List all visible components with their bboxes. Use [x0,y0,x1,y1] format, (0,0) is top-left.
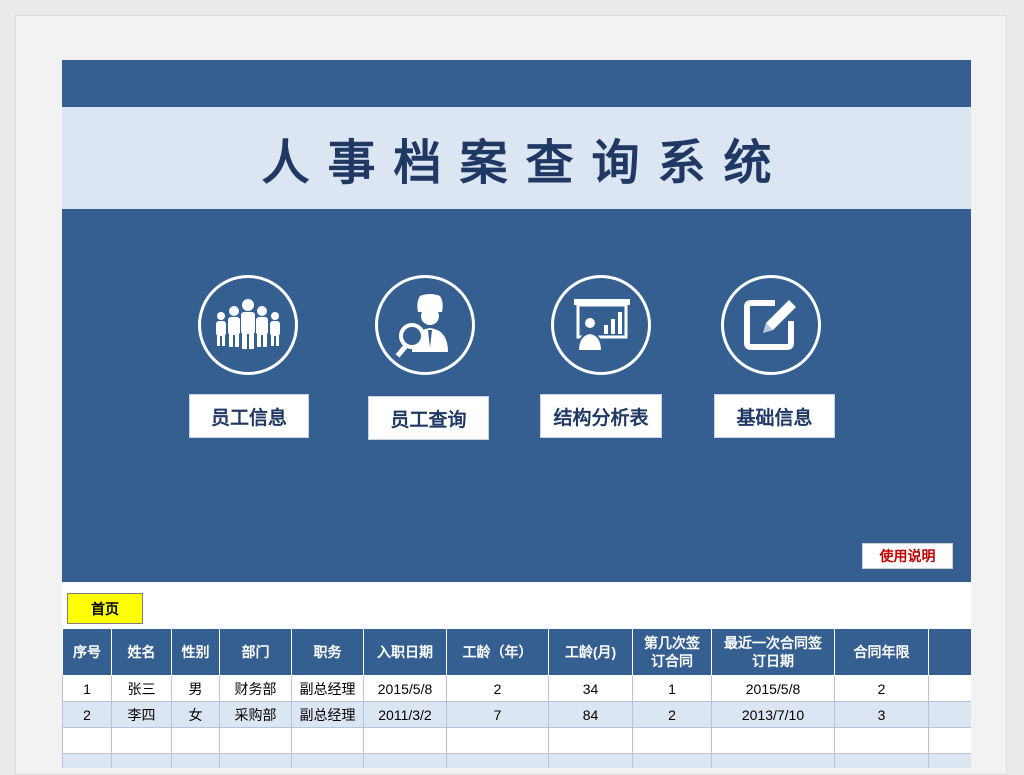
table-cell[interactable] [928,727,971,754]
table-cell[interactable] [219,727,292,754]
table-row[interactable]: 2李四女采购部副总经理2011/3/278422013/7/10320 [62,701,971,728]
table-cell[interactable]: 2 [834,675,929,702]
column-header: 第几次签 订合同 [632,628,712,676]
table-cell[interactable]: 34 [548,675,633,702]
table-cell[interactable]: 2 [446,675,549,702]
table-cell[interactable] [834,753,929,768]
table-cell[interactable]: 1 [632,675,712,702]
table-cell[interactable]: 84 [548,701,633,728]
table-cell[interactable]: 2015/5/8 [711,675,835,702]
employee-search-icon[interactable] [375,275,475,375]
table-cell[interactable]: 3 [834,701,929,728]
column-header-line: 姓名 [127,644,156,660]
table-cell[interactable] [291,727,364,754]
column-header-line: 入职日期 [377,644,433,660]
table-cell[interactable] [219,753,292,768]
employee-table: 序号 姓名 性别 部门 职务 入职日期 工龄（年） 工龄(月) 第几次签 订合同 最近一次合同签 订日… [62,628,971,768]
table-cell[interactable]: 1 [62,675,112,702]
table-cell[interactable]: 副总经理 [291,701,364,728]
column-header: 性别 [171,628,220,676]
table-cell[interactable] [928,753,971,768]
column-header-line: 第几次签 [644,635,700,651]
presentation-chart-icon[interactable] [551,275,651,375]
column-header: 工龄(月) [548,628,633,676]
table-cell[interactable] [711,753,835,768]
column-header: 合同 [928,628,971,676]
column-header-line: 订日期 [752,653,794,669]
table-cell[interactable]: 2011/3/2 [363,701,447,728]
table-cell[interactable]: 2 [62,701,112,728]
top-band [62,60,971,107]
column-header-line: 部门 [241,644,270,660]
table-cell[interactable]: 男 [171,675,220,702]
title-bar: 人事档案查询系统 [62,107,971,209]
employee-table-container: 序号 姓名 性别 部门 职务 入职日期 工龄（年） 工龄(月) 第几次签 订合同 最近一次合同签 订日… [62,628,971,768]
column-header-line: 最近一次合同签 [724,635,822,651]
column-header: 入职日期 [363,628,447,676]
table-cell[interactable] [711,727,835,754]
table-cell[interactable]: 2 [632,701,712,728]
table-cell[interactable] [632,753,712,768]
table-cell[interactable] [446,753,549,768]
column-header-line: 序号 [73,644,101,660]
table-cell[interactable]: 女 [171,701,220,728]
page-title: 人事档案查询系统 [261,135,790,191]
table-cell[interactable]: 20 [928,675,971,702]
table-cell[interactable] [548,753,633,768]
employee-query-button[interactable]: 员工查询 [368,396,489,440]
home-button[interactable]: 首页 [67,593,143,624]
table-cell[interactable]: 财务部 [219,675,292,702]
employee-group-icon[interactable] [198,275,298,375]
table-cell[interactable] [111,753,172,768]
table-cell[interactable]: 20 [928,701,971,728]
table-cell[interactable] [632,727,712,754]
table-cell[interactable] [62,753,112,768]
structure-analysis-button[interactable]: 结构分析表 [540,394,662,438]
column-header-line: 合同年限 [853,644,910,660]
table-cell[interactable] [171,753,220,768]
column-header-line: 工龄（年） [462,644,533,660]
table-cell[interactable]: 2013/7/10 [711,701,835,728]
column-header-line: 订合同 [651,653,693,669]
column-header-line: 合同 [931,643,971,661]
table-cell[interactable]: 副总经理 [291,675,364,702]
table-cell[interactable] [446,727,549,754]
table-cell[interactable] [171,727,220,754]
employee-info-button[interactable]: 员工信息 [189,394,309,438]
table-cell[interactable] [291,753,364,768]
table-cell[interactable]: 李四 [111,701,172,728]
column-header: 合同年限 [834,628,929,676]
column-header: 序号 [62,628,112,676]
dashboard-canvas: 人事档案查询系统 员工信息 员工查询 结构分析表 基础信息 使用说明 首页 序号… [62,60,971,768]
menu-panel: 员工信息 员工查询 结构分析表 基础信息 使用说明 [62,209,971,582]
basic-info-button[interactable]: 基础信息 [714,394,835,438]
table-row[interactable]: 1张三男财务部副总经理2015/5/823412015/5/8220 [62,675,971,702]
edit-note-icon[interactable] [721,275,821,375]
table-cell[interactable]: 7 [446,701,549,728]
table-row[interactable] [62,753,971,768]
column-header: 最近一次合同签 订日期 [711,628,835,676]
table-cell[interactable]: 采购部 [219,701,292,728]
table-cell[interactable] [834,727,929,754]
column-header-line: 职务 [313,644,342,660]
table-row[interactable] [62,727,971,754]
table-cell[interactable] [363,727,447,754]
column-header: 姓名 [111,628,172,676]
help-button[interactable]: 使用说明 [862,543,953,569]
column-header-line: 工龄(月) [564,644,617,660]
table-cell[interactable] [363,753,447,768]
column-header: 部门 [219,628,292,676]
table-header-row: 序号 姓名 性别 部门 职务 入职日期 工龄（年） 工龄(月) 第几次签 订合同 最近一次合同签 订日… [62,628,971,676]
table-cell[interactable] [548,727,633,754]
table-cell[interactable] [62,727,112,754]
table-cell[interactable] [111,727,172,754]
column-header-line: 性别 [181,644,210,660]
column-header: 职务 [291,628,364,676]
table-cell[interactable]: 2015/5/8 [363,675,447,702]
table-cell[interactable]: 张三 [111,675,172,702]
column-header: 工龄（年） [446,628,549,676]
